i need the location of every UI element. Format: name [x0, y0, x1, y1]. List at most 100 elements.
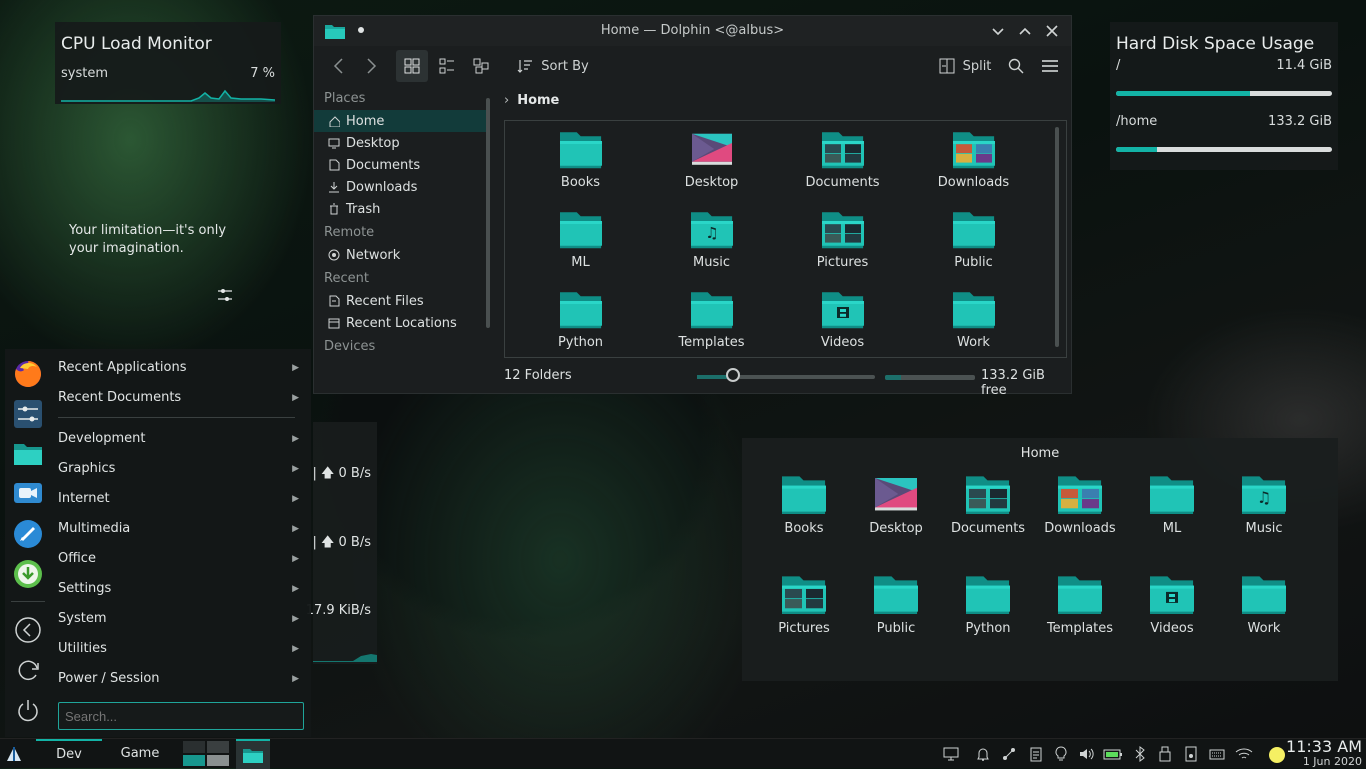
- pager[interactable]: [183, 741, 229, 766]
- usb-device-icon[interactable]: [1157, 746, 1173, 762]
- clipboard-icon[interactable]: [1028, 746, 1044, 762]
- power-icon[interactable]: [13, 695, 43, 725]
- places-scrollbar[interactable]: [486, 98, 490, 328]
- folder-icon: [1149, 473, 1195, 515]
- folder-python[interactable]: Python: [515, 289, 646, 357]
- maximize-button[interactable]: [1016, 22, 1034, 40]
- folder-pictures[interactable]: Pictures: [777, 209, 908, 289]
- application-launcher-icon[interactable]: [4, 744, 24, 764]
- volume-icon[interactable]: [1078, 746, 1094, 762]
- folder-label: Videos: [1150, 621, 1194, 636]
- system-settings-icon[interactable]: [13, 399, 43, 429]
- launcher-search-input[interactable]: [58, 702, 304, 730]
- folder-music[interactable]: ♫ Music: [646, 209, 777, 289]
- zoom-slider[interactable]: [697, 368, 875, 382]
- folder-work[interactable]: Work: [908, 289, 1039, 357]
- file-view-scrollbar[interactable]: [1055, 127, 1059, 347]
- breadcrumb[interactable]: › Home: [504, 93, 559, 108]
- minimize-button[interactable]: [989, 22, 1007, 40]
- folder-videos[interactable]: Videos: [777, 289, 908, 357]
- menu-item-power-session[interactable]: Power / Session ▶: [50, 664, 303, 694]
- places-item-recent-locations[interactable]: Recent Locations: [314, 312, 486, 334]
- folder-desktop[interactable]: Desktop: [646, 129, 777, 209]
- desktop-folder-public[interactable]: Public: [850, 573, 942, 673]
- documents-icon: [328, 159, 340, 171]
- bluetooth-icon[interactable]: [1132, 746, 1148, 762]
- desktop-folder-python[interactable]: Python: [942, 573, 1034, 673]
- desktop-folder-templates[interactable]: Templates: [1034, 573, 1126, 673]
- search-button[interactable]: [1004, 50, 1028, 82]
- task-dolphin[interactable]: [236, 739, 270, 769]
- favorites-column: [5, 349, 50, 737]
- folder-templates[interactable]: Templates: [646, 289, 777, 357]
- folder-books[interactable]: Books: [515, 129, 646, 209]
- menu-item-development[interactable]: Development ▶: [50, 424, 303, 454]
- menu-item-settings[interactable]: Settings ▶: [50, 574, 303, 604]
- sort-by-button[interactable]: Sort By: [514, 50, 592, 82]
- folder-documents[interactable]: Documents: [777, 129, 908, 209]
- menu-item-multimedia[interactable]: Multimedia ▶: [50, 514, 303, 544]
- desktop-folder-ml[interactable]: ML: [1126, 473, 1218, 573]
- forward-button[interactable]: [360, 50, 382, 82]
- places-item-trash[interactable]: Trash: [314, 198, 486, 220]
- back-button[interactable]: [328, 50, 350, 82]
- places-item-documents[interactable]: Documents: [314, 154, 486, 176]
- weather-icon[interactable]: [1268, 746, 1285, 763]
- compact-view-button[interactable]: [432, 50, 462, 82]
- menu-item-internet[interactable]: Internet ▶: [50, 484, 303, 514]
- folder-ml[interactable]: ML: [515, 209, 646, 289]
- folder-downloads[interactable]: Downloads: [908, 129, 1039, 209]
- places-item-home[interactable]: Home: [314, 110, 486, 132]
- zoom-slider-handle[interactable]: [725, 368, 740, 382]
- places-item-desktop[interactable]: Desktop: [314, 132, 486, 154]
- icons-view-button[interactable]: [396, 50, 428, 82]
- back-icon[interactable]: [13, 615, 43, 645]
- menu-item-office[interactable]: Office ▶: [50, 544, 303, 574]
- activity-dev[interactable]: Dev: [36, 739, 102, 769]
- firefox-icon[interactable]: [13, 359, 43, 389]
- widget-handle-icon[interactable]: [216, 286, 234, 304]
- video-call-icon[interactable]: [13, 479, 43, 509]
- places-item-recent-files[interactable]: Recent Files: [314, 290, 486, 312]
- kde-connect-icon[interactable]: [1001, 746, 1017, 762]
- battery-icon[interactable]: [1103, 746, 1123, 762]
- menu-item-recent-applications[interactable]: Recent Applications ▶: [50, 353, 303, 383]
- restart-icon[interactable]: [13, 655, 43, 685]
- breadcrumb-home[interactable]: Home: [517, 93, 559, 108]
- chevron-right-icon: ▶: [292, 674, 299, 684]
- downloader-icon[interactable]: [13, 559, 43, 589]
- digital-clock[interactable]: 11:33 AM 1 Jun 2020: [1286, 738, 1362, 768]
- menu-item-utilities[interactable]: Utilities ▶: [50, 634, 303, 664]
- places-item-network[interactable]: Network: [314, 244, 486, 266]
- keyboard-icon[interactable]: [1209, 746, 1225, 762]
- desktop-folder-work[interactable]: Work: [1218, 573, 1310, 673]
- net-upload-2: | 🡅 0 B/s: [312, 535, 371, 550]
- close-button[interactable]: [1043, 22, 1061, 40]
- display-icon[interactable]: [943, 746, 959, 762]
- menu-item-graphics[interactable]: Graphics ▶: [50, 454, 303, 484]
- menu-item-recent-documents[interactable]: Recent Documents ▶: [50, 383, 303, 413]
- notifications-icon[interactable]: [975, 746, 991, 762]
- menu-button[interactable]: [1038, 50, 1062, 82]
- split-button[interactable]: Split: [936, 50, 994, 82]
- wifi-icon[interactable]: [1235, 746, 1253, 762]
- desktop-folder-music[interactable]: ♫ Music: [1218, 473, 1310, 573]
- details-view-button[interactable]: [466, 50, 496, 82]
- activity-game[interactable]: Game: [108, 739, 172, 769]
- places-item-downloads[interactable]: Downloads: [314, 176, 486, 198]
- folder-public[interactable]: Public: [908, 209, 1039, 289]
- desktop-folder-videos[interactable]: Videos: [1126, 573, 1218, 673]
- desktop-folder-books[interactable]: Books: [758, 473, 850, 573]
- desktop-folder-pictures[interactable]: Pictures: [758, 573, 850, 673]
- desktop-folder-documents[interactable]: Documents: [942, 473, 1034, 573]
- krita-icon[interactable]: [13, 519, 43, 549]
- window-titlebar[interactable]: Home — Dolphin <@albus>: [314, 16, 1071, 46]
- folder-label: Pictures: [778, 621, 830, 636]
- storage-device-icon[interactable]: [1183, 746, 1199, 762]
- night-color-icon[interactable]: [1053, 746, 1069, 762]
- desktop-folder-desktop[interactable]: Desktop: [850, 473, 942, 573]
- desktop-folder-downloads[interactable]: Downloads: [1034, 473, 1126, 573]
- free-space-label: 133.2 GiB free: [981, 368, 1045, 398]
- menu-item-system[interactable]: System ▶: [50, 604, 303, 634]
- dolphin-icon[interactable]: [13, 439, 43, 469]
